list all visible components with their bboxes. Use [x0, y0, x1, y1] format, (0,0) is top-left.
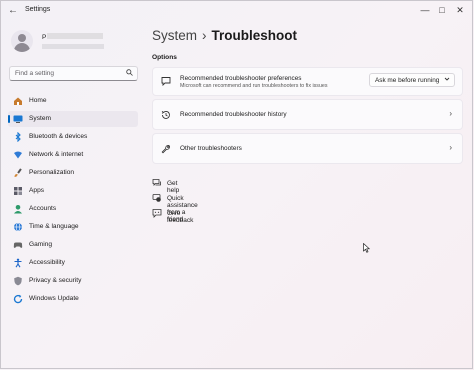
sidebar-item-apps[interactable]: Apps: [8, 183, 138, 199]
sidebar-item-home[interactable]: Home: [8, 93, 138, 109]
chevron-right-icon: ›: [449, 143, 452, 152]
sidebar-item-label: Gaming: [29, 241, 53, 248]
card-title: Recommended troubleshooter preferences: [180, 75, 302, 82]
sidebar-item-accessibility[interactable]: Accessibility: [8, 255, 138, 271]
sidebar-item-accounts[interactable]: Accounts: [8, 201, 138, 217]
troubleshooter-preference-dropdown[interactable]: Ask me before running: [369, 73, 455, 87]
user-name-redacted: [47, 33, 103, 39]
help-icon: [152, 178, 162, 190]
search-box[interactable]: Find a setting: [9, 66, 138, 81]
sidebar-item-privacy-security[interactable]: Privacy & security: [8, 273, 138, 289]
card-subtitle: Microsoft can recommend and run troubles…: [180, 83, 328, 89]
chevron-right-icon: ›: [449, 109, 452, 118]
user-name: P: [42, 34, 47, 41]
avatar-head-shape: [18, 34, 26, 42]
sidebar-item-label: Privacy & security: [29, 277, 82, 284]
maximize-button[interactable]: □: [435, 4, 449, 16]
selection-indicator: [8, 115, 10, 123]
home-icon: [13, 96, 23, 106]
chat-icon: [161, 76, 171, 88]
mouse-cursor-icon: [363, 242, 371, 255]
breadcrumb-parent[interactable]: System: [152, 28, 197, 43]
accessibility-icon: [13, 258, 23, 268]
sidebar-item-label: Apps: [29, 187, 45, 194]
gaming-icon: [13, 240, 23, 250]
minimize-button[interactable]: —: [418, 4, 432, 16]
accounts-icon: [13, 204, 23, 214]
sidebar-item-windows-update[interactable]: Windows Update: [8, 291, 138, 307]
bluetooth-icon: [13, 131, 23, 143]
sidebar-item-label: Personalization: [29, 169, 75, 176]
user-email-redacted: [42, 44, 104, 49]
brush-icon: [13, 168, 23, 178]
sidebar-item-gaming[interactable]: Gaming: [8, 237, 138, 253]
card-title: Other troubleshooters: [180, 145, 242, 152]
title-bar: ← Settings — □ ✕: [1, 1, 472, 21]
back-arrow-icon[interactable]: ←: [8, 6, 20, 16]
avatar-body-shape: [14, 43, 30, 52]
sidebar-item-time-language[interactable]: Time & language: [8, 219, 138, 235]
sidebar-item-label: Home: [29, 97, 47, 104]
sidebar-item-system[interactable]: System: [8, 111, 138, 127]
sidebar-item-label: Accessibility: [29, 259, 65, 266]
sidebar-item-personalization[interactable]: Personalization: [8, 165, 138, 181]
recommended-preferences-card: Recommended troubleshooter preferences M…: [152, 67, 463, 96]
card-title: Recommended troubleshooter history: [180, 111, 287, 118]
section-title: Options: [152, 54, 177, 61]
sidebar-item-label: Time & language: [29, 223, 79, 230]
settings-window: ← Settings — □ ✕ P Find a setting Home S…: [0, 0, 473, 369]
search-icon[interactable]: [126, 69, 133, 78]
sidebar-item-bluetooth[interactable]: Bluetooth & devices: [8, 129, 138, 145]
link-label: Get help: [167, 180, 180, 194]
troubleshooter-history-card[interactable]: Recommended troubleshooter history ›: [152, 99, 463, 130]
shield-icon: [13, 276, 23, 286]
close-button[interactable]: ✕: [453, 4, 467, 16]
link-label: Give feedback: [167, 210, 194, 224]
other-troubleshooters-card[interactable]: Other troubleshooters ›: [152, 133, 463, 164]
page-title: Troubleshoot: [211, 28, 298, 43]
window-title: Settings: [25, 6, 51, 13]
quick-assist-icon: [152, 193, 162, 205]
sidebar-item-label: Windows Update: [29, 295, 79, 302]
search-input[interactable]: Find a setting: [15, 70, 54, 77]
sidebar-item-network[interactable]: Network & internet: [8, 147, 138, 163]
feedback-icon: [152, 208, 162, 220]
sidebar-item-label: Network & internet: [29, 151, 84, 158]
network-icon: [13, 150, 23, 160]
chevron-down-icon: [444, 76, 450, 84]
update-icon: [13, 294, 23, 304]
breadcrumb: System › Troubleshoot: [152, 28, 297, 43]
sidebar-item-label: Bluetooth & devices: [29, 133, 88, 140]
sidebar-item-label: Accounts: [29, 205, 57, 212]
globe-icon: [13, 222, 23, 232]
sidebar-item-label: System: [29, 115, 51, 122]
history-icon: [161, 110, 171, 122]
breadcrumb-separator: ›: [202, 28, 207, 43]
dropdown-value: Ask me before running: [375, 77, 440, 84]
system-icon: [13, 114, 23, 124]
apps-icon: [13, 186, 23, 196]
wrench-icon: [161, 144, 171, 156]
avatar[interactable]: [11, 30, 33, 52]
